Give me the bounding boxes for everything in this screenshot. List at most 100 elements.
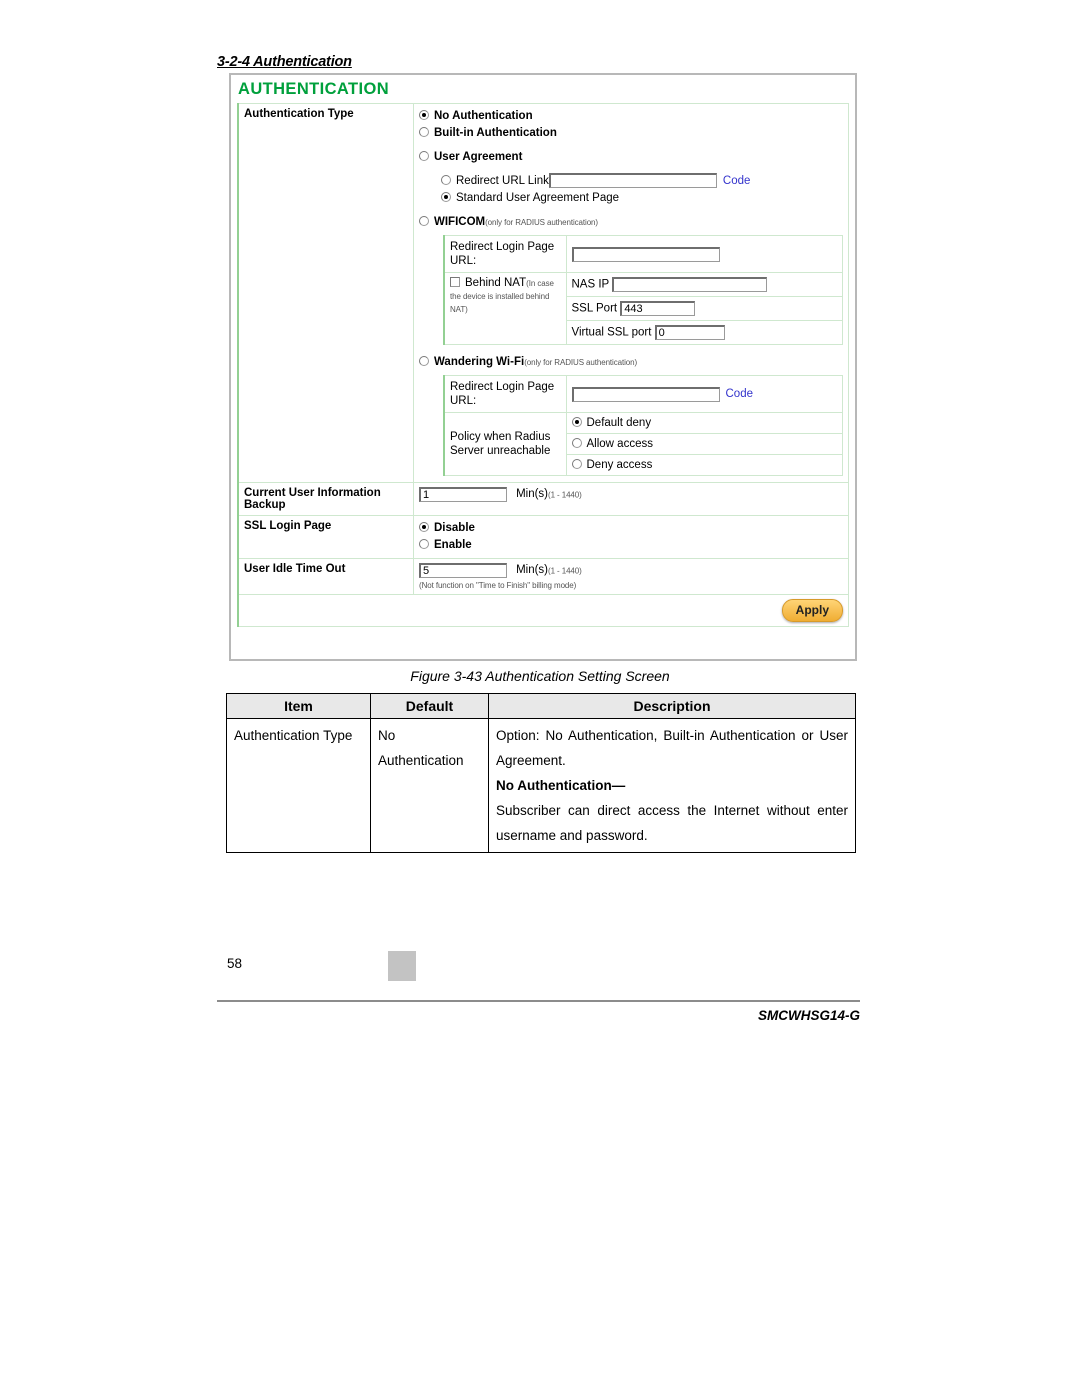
option-user-agreement[interactable]: User Agreement [419, 149, 843, 166]
wificom-redirect-input[interactable] [571, 246, 720, 262]
model-name: SMCWHSG14-G [757, 1008, 860, 1023]
backup-row: Current User Information Backup Min(s)(1… [237, 482, 849, 516]
idle-range: (1 - 1440) [548, 566, 582, 576]
table-row: Authentication Type No Authentication Op… [226, 718, 856, 853]
radio-deny-access[interactable] [571, 459, 582, 469]
radio-wificom[interactable] [419, 216, 429, 226]
radio-standard-user-agreement-page[interactable] [441, 192, 451, 202]
nas-ip-label: NAS IP [571, 278, 610, 291]
figure-caption: Figure 3-43 Authentication Setting Scree… [410, 668, 670, 684]
policy-option-deny-access[interactable]: Deny access [565, 454, 843, 476]
virtual-ssl-cell: Virtual SSL port [565, 320, 843, 345]
document-page: 3-2-4 Authentication AUTHENTICATION Auth… [0, 0, 1080, 1397]
header-description: Description [488, 693, 856, 719]
wificom-redirect-label: Redirect Login Page URL: [443, 235, 567, 273]
cell-item: Authentication Type [226, 718, 371, 853]
radio-allow-access[interactable] [571, 438, 582, 448]
footer-placeholder-box [388, 951, 416, 981]
user-agreement-suboptions: Redirect URL Link Code Standard User Agre… [441, 173, 843, 207]
ssl-login-options: Disable Enable [413, 515, 849, 559]
apply-cell: Apply [237, 594, 849, 627]
nas-ip-cell: NAS IP [565, 272, 843, 297]
wificom-table: Redirect Login Page URL: Behind NAT(In c… [443, 235, 843, 345]
idle-timeout-row: User Idle Time Out Min(s)(1 - 1440) (Not… [237, 558, 849, 595]
screen-title: AUTHENTICATION [238, 80, 390, 98]
idle-timeout-value-cell: Min(s)(1 - 1440) (Not function on "Time … [413, 558, 849, 595]
backup-range: (1 - 1440) [548, 490, 582, 500]
radio-ssl-disable[interactable] [419, 522, 429, 532]
policy-label: Policy when Radius Server unreachable [443, 412, 567, 476]
idle-note: (Not function on "Time to Finish" billin… [419, 581, 577, 590]
wandering-redirect-value: Code [565, 375, 843, 413]
cell-default: No Authentication [370, 718, 489, 853]
apply-button[interactable]: Apply [781, 599, 843, 622]
ssl-port-cell: SSL Port [565, 296, 843, 321]
option-wandering-wifi[interactable]: Wandering Wi-Fi(only for RADIUS authenti… [419, 354, 843, 371]
backup-input[interactable] [419, 487, 507, 502]
virtual-ssl-input[interactable] [654, 325, 725, 340]
desc-detail-line: Subscriber can direct access the Interne… [496, 803, 848, 843]
ssl-port-label: SSL Port [571, 302, 618, 315]
ssl-port-input[interactable] [620, 301, 696, 316]
checkbox-behind-nat[interactable] [450, 277, 460, 287]
backup-value-cell: Min(s)(1 - 1440) [413, 482, 849, 516]
backup-unit: Min(s) [516, 488, 549, 501]
radio-user-agreement[interactable] [419, 151, 429, 161]
desc-bold-line: No Authentication— [496, 778, 626, 793]
idle-timeout-label: User Idle Time Out [237, 558, 414, 595]
option-builtin-authentication[interactable]: Built-in Authentication [419, 125, 843, 142]
radio-redirect-url-link[interactable] [441, 175, 451, 185]
option-no-authentication[interactable]: No Authentication [419, 108, 843, 125]
code-link[interactable]: Code [723, 175, 751, 187]
cell-description: Option: No Authentication, Built-in Auth… [488, 718, 856, 853]
wificom-nat-row: Behind NAT(In case the device is install… [443, 272, 843, 345]
policy-row-1: Policy when Radius Server unreachable De… [443, 412, 843, 476]
redirect-url-input[interactable] [548, 173, 717, 189]
auth-type-label: Authentication Type [237, 103, 414, 483]
option-redirect-url-link[interactable]: Redirect URL Link Code [441, 173, 843, 190]
desc-option-line: Option: No Authentication, Built-in Auth… [496, 728, 848, 768]
table-header-row: Item Default Description [226, 693, 856, 719]
auth-type-row: Authentication Type No Authentication Bu… [237, 103, 849, 483]
policy-option-allow-access[interactable]: Allow access [565, 433, 843, 455]
radio-ssl-enable[interactable] [419, 539, 429, 549]
header-default: Default [370, 693, 489, 719]
radio-no-authentication[interactable] [419, 110, 429, 120]
behind-nat-option[interactable]: Behind NAT [450, 277, 526, 289]
option-ssl-disable[interactable]: Disable [419, 520, 843, 537]
virtual-ssl-label: Virtual SSL port [571, 326, 652, 339]
wandering-table: Redirect Login Page URL: Code Policy whe… [443, 375, 843, 476]
authentication-form: Authentication Type No Authentication Bu… [237, 103, 849, 627]
auth-type-options: No Authentication Built-in Authenticatio… [413, 103, 849, 483]
apply-row: Apply [237, 594, 849, 627]
footer-divider [217, 1000, 860, 1002]
authentication-screenshot: AUTHENTICATION Authentication Type No Au… [229, 73, 857, 661]
header-item: Item [226, 693, 371, 719]
backup-label: Current User Information Backup [237, 482, 414, 516]
wandering-redirect-label: Redirect Login Page URL: [443, 375, 567, 413]
radio-wandering-wifi[interactable] [419, 356, 429, 366]
nas-ip-input[interactable] [612, 277, 768, 292]
wandering-code-link[interactable]: Code [726, 388, 754, 400]
option-wificom[interactable]: WIFICOM(only for RADIUS authentication) [419, 214, 843, 231]
wificom-redirect-value [565, 235, 843, 273]
behind-nat-cell: Behind NAT(In case the device is install… [443, 272, 567, 345]
wificom-hint: (only for RADIUS authentication) [485, 218, 598, 227]
wandering-redirect-row: Redirect Login Page URL: Code [443, 375, 843, 413]
radio-builtin-authentication[interactable] [419, 127, 429, 137]
option-ssl-enable[interactable]: Enable [419, 537, 843, 554]
idle-timeout-input[interactable] [419, 563, 507, 578]
option-standard-user-agreement-page[interactable]: Standard User Agreement Page [441, 190, 843, 207]
section-heading: 3-2-4 Authentication [217, 54, 352, 70]
wandering-redirect-input[interactable] [571, 386, 720, 402]
wificom-redirect-row: Redirect Login Page URL: [443, 235, 843, 273]
ssl-login-label: SSL Login Page [237, 515, 414, 559]
description-table: Item Default Description Authentication … [226, 693, 856, 853]
radio-default-deny[interactable] [571, 417, 582, 427]
policy-option-default-deny[interactable]: Default deny [565, 412, 843, 434]
wandering-hint: (only for RADIUS authentication) [524, 358, 638, 367]
